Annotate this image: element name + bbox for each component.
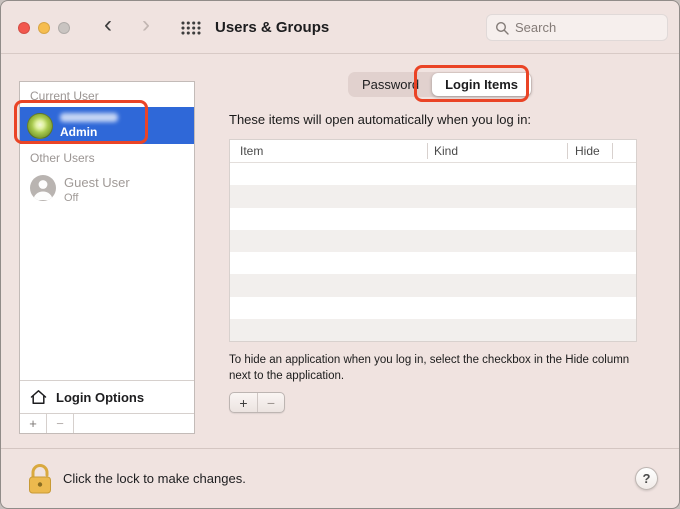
tab-bar: Password Login Items	[348, 72, 532, 97]
minimize-button[interactable]	[38, 22, 50, 34]
login-items-rows	[230, 163, 636, 341]
table-row[interactable]	[230, 163, 636, 185]
sidebar-item-login-options[interactable]: Login Options	[20, 380, 194, 413]
search-field[interactable]	[486, 14, 668, 41]
guest-status-label: Off	[64, 192, 130, 204]
login-items-controls: + −	[229, 392, 285, 413]
table-row[interactable]	[230, 274, 636, 296]
show-all-grid-icon[interactable]	[181, 21, 201, 40]
other-users-label: Other Users	[20, 144, 194, 169]
table-header-row: Item Kind Hide	[230, 140, 636, 163]
search-icon	[495, 21, 509, 35]
user-list-sidebar: Current User Admin Other Users Guest Use…	[19, 81, 195, 434]
login-options-label: Login Options	[56, 390, 144, 405]
column-divider	[612, 143, 613, 159]
window-controls	[18, 22, 70, 34]
column-header-kind: Kind	[434, 144, 458, 158]
column-divider	[427, 143, 428, 159]
admin-avatar-icon	[27, 113, 53, 139]
add-user-button[interactable]: +	[20, 414, 47, 433]
table-row[interactable]	[230, 230, 636, 252]
tab-password[interactable]: Password	[349, 73, 432, 96]
guest-name-label: Guest User	[64, 175, 130, 190]
guest-avatar-icon	[30, 175, 56, 201]
table-row[interactable]	[230, 297, 636, 319]
table-row[interactable]	[230, 252, 636, 274]
admin-name-label: Admin	[60, 125, 118, 139]
forward-button: ›	[142, 10, 150, 40]
table-row[interactable]	[230, 208, 636, 230]
login-items-table: Item Kind Hide	[229, 139, 637, 342]
login-items-description: These items will open automatically when…	[229, 112, 531, 127]
admin-username-redacted	[60, 113, 118, 122]
help-button[interactable]: ?	[635, 467, 658, 490]
remove-login-item-button[interactable]: −	[257, 393, 284, 412]
house-icon	[30, 389, 47, 405]
sidebar-user-controls: + −	[20, 413, 194, 433]
lock-message: Click the lock to make changes.	[63, 471, 246, 486]
sidebar-item-guest[interactable]: Guest User Off	[20, 169, 194, 204]
hide-column-footnote: To hide an application when you log in, …	[229, 352, 631, 384]
zoom-button	[58, 22, 70, 34]
table-row[interactable]	[230, 319, 636, 341]
footer-bar: Click the lock to make changes. ?	[1, 448, 679, 508]
column-header-item: Item	[240, 144, 263, 158]
remove-user-button[interactable]: −	[47, 414, 74, 433]
column-header-hide: Hide	[575, 144, 600, 158]
users-groups-window: ‹ › Users & Groups Current User	[0, 0, 680, 509]
add-login-item-button[interactable]: +	[230, 393, 257, 412]
close-button[interactable]	[18, 22, 30, 34]
column-divider	[567, 143, 568, 159]
toolbar: ‹ › Users & Groups	[1, 1, 679, 54]
sidebar-item-admin[interactable]: Admin	[20, 107, 194, 144]
window-title: Users & Groups	[215, 19, 329, 36]
tab-login-items[interactable]: Login Items	[432, 73, 531, 96]
search-input[interactable]	[515, 20, 659, 35]
current-user-label: Current User	[20, 82, 194, 107]
lock-icon[interactable]	[26, 462, 54, 500]
back-button[interactable]: ‹	[104, 10, 112, 40]
table-row[interactable]	[230, 185, 636, 207]
